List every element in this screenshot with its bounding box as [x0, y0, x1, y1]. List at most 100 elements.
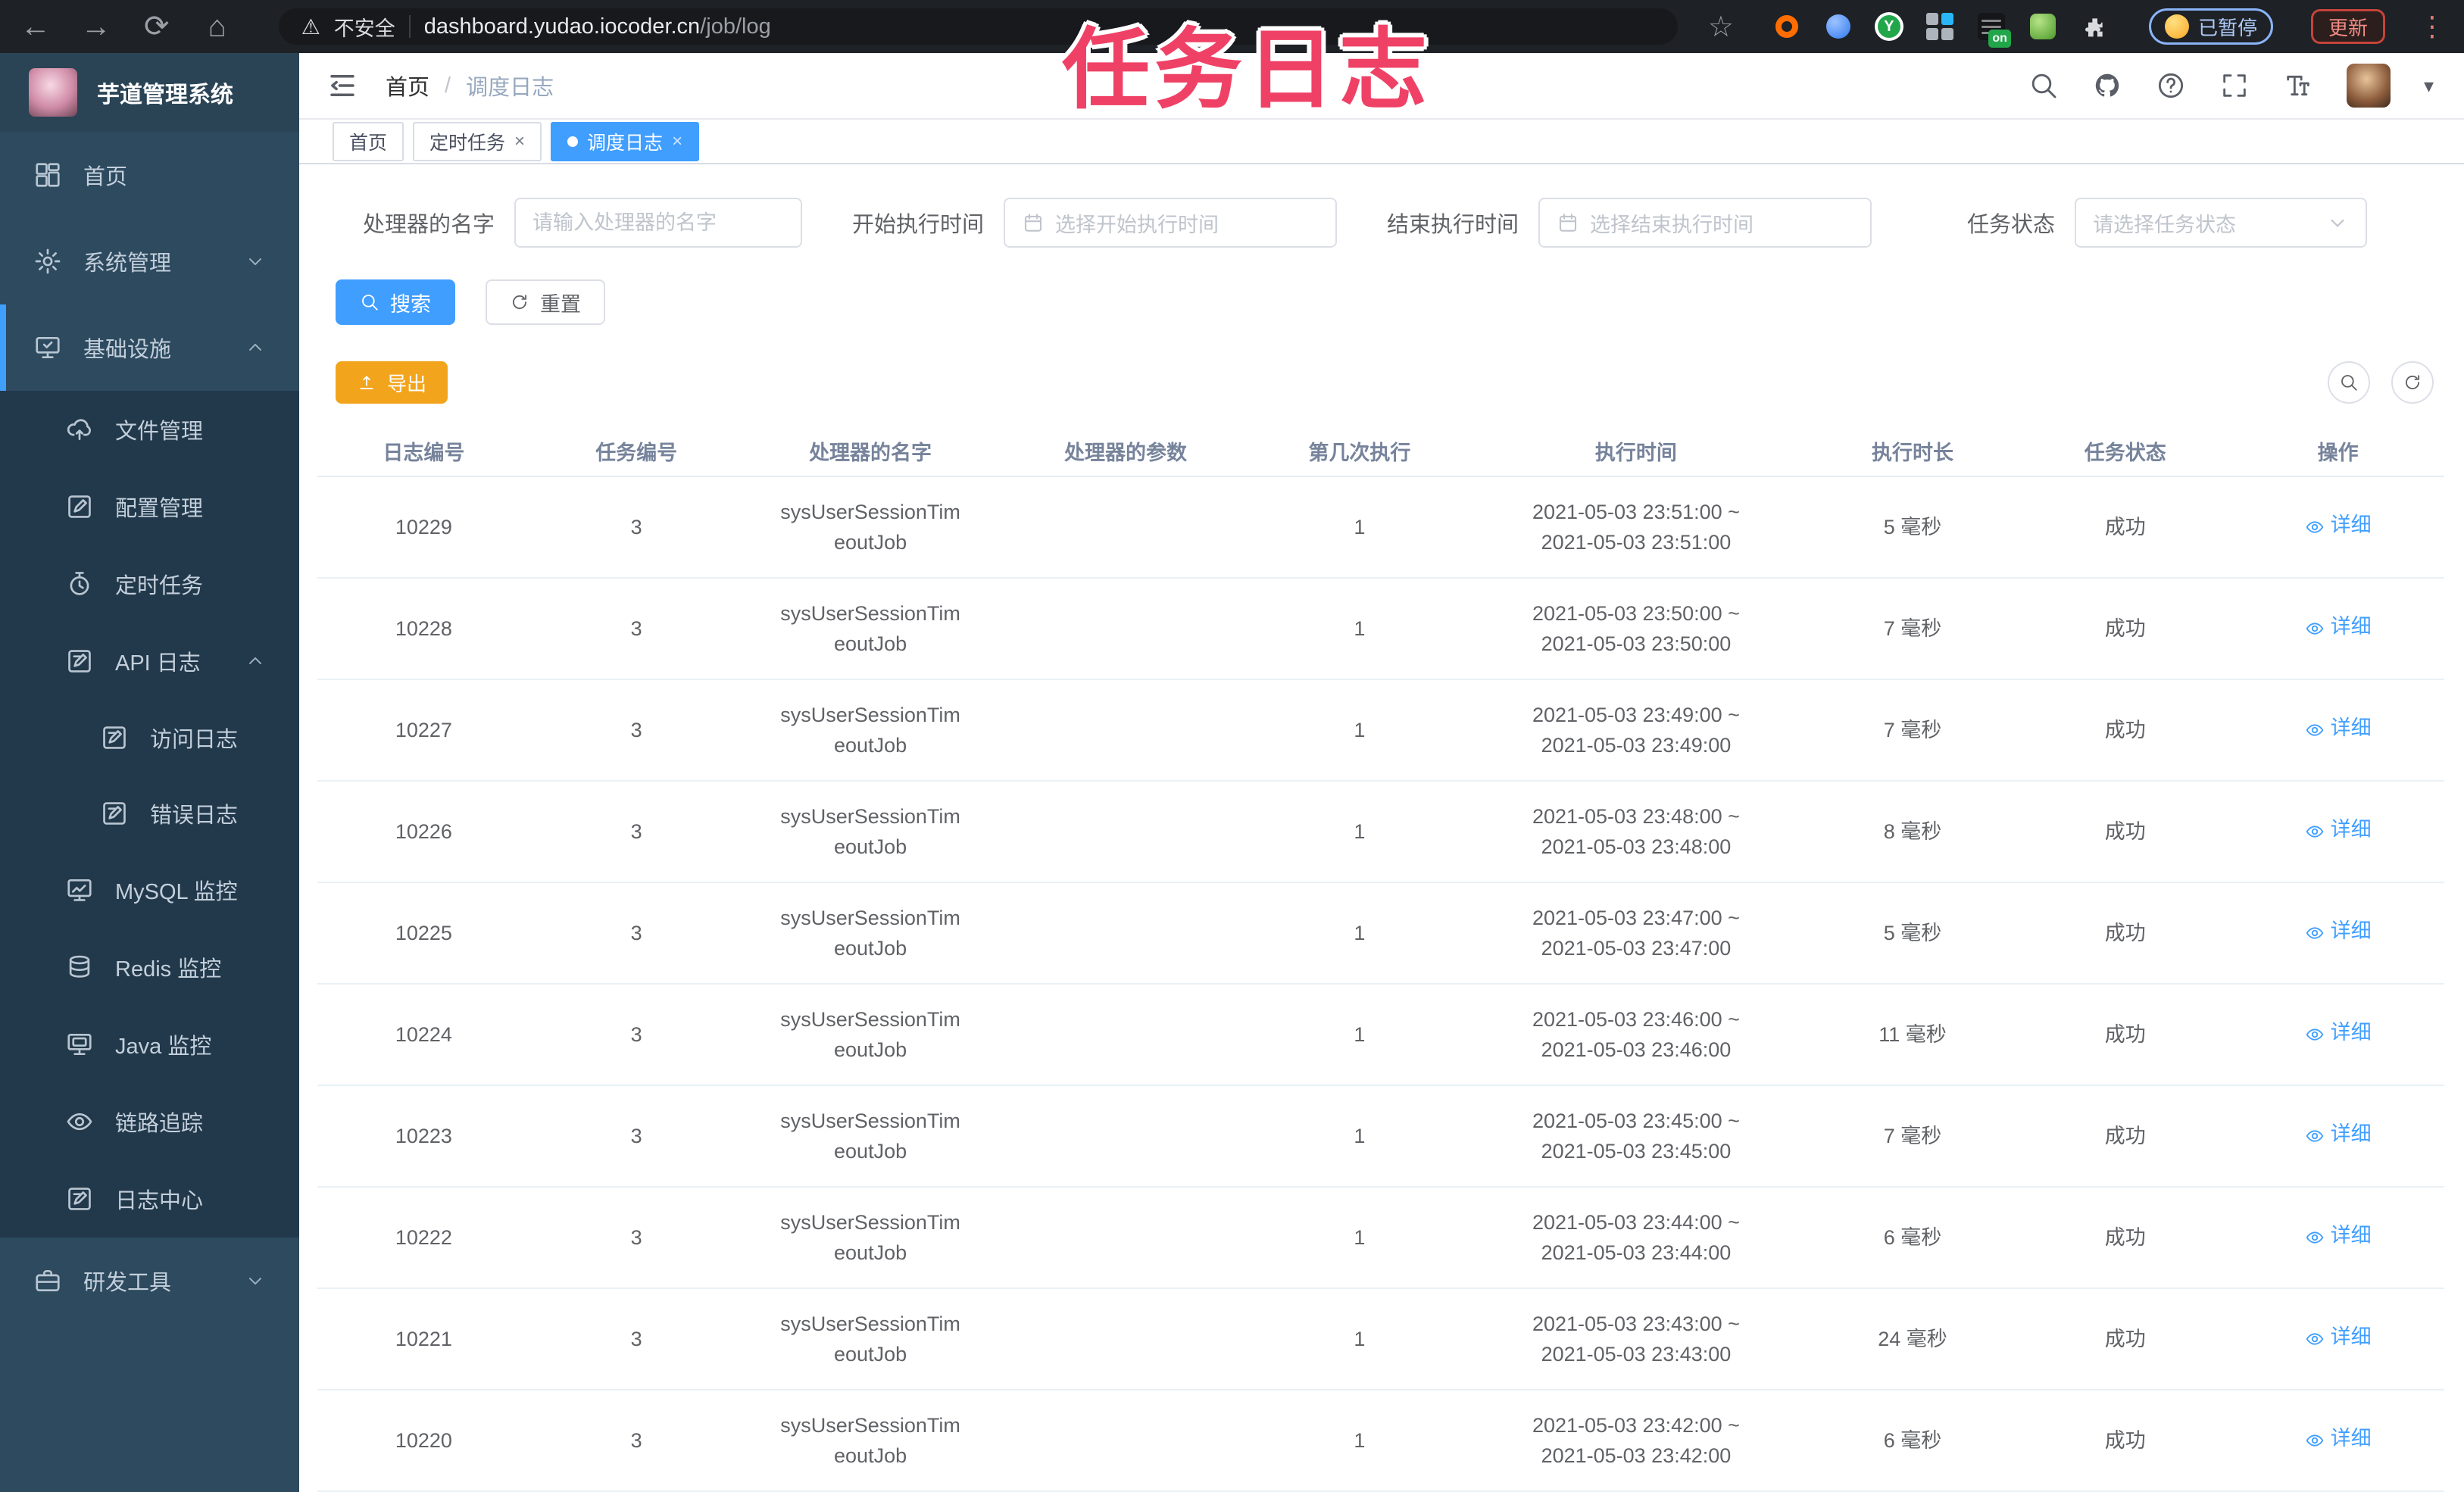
- sidebar-item-trace[interactable]: 链路追踪: [0, 1083, 299, 1160]
- sidebar-item-home[interactable]: 首页: [0, 132, 299, 218]
- screen: ← → ⟳ ⌂ ⚠ 不安全 dashboard.yudao.iocoder.cn…: [0, 0, 2464, 1492]
- extension-switch-icon[interactable]: on: [1976, 11, 2011, 48]
- profile-paused-chip[interactable]: 已暂停: [2148, 8, 2273, 45]
- browser-forward-icon[interactable]: →: [79, 11, 114, 42]
- browser-menu-kebab-icon[interactable]: ⋮: [2419, 11, 2446, 42]
- handler-name-label: 处理器的名字: [363, 213, 495, 237]
- sidebar-item-redis[interactable]: Redis 监控: [0, 929, 299, 1006]
- not-secure-label[interactable]: 不安全: [334, 12, 395, 42]
- export-button[interactable]: 导出: [336, 361, 448, 404]
- end-time-input[interactable]: 选择结束执行时间: [1538, 198, 1872, 248]
- cell-param: [998, 476, 1254, 579]
- start-time-input[interactable]: 选择开始执行时间: [1004, 198, 1338, 248]
- address-bar-divider: [408, 15, 411, 38]
- extension-grid-icon[interactable]: [1925, 11, 1955, 42]
- cell-exec-index: 1: [1253, 1085, 1466, 1188]
- table-row: 10220 3 sysUserSessionTim eoutJob 1 2021-…: [317, 1390, 2444, 1492]
- sidebar-item-system[interactable]: 系统管理: [0, 218, 299, 304]
- cell-actions: 详细: [2231, 679, 2444, 782]
- extension-blue-icon[interactable]: [1823, 11, 1853, 42]
- search-icon[interactable]: [2028, 70, 2059, 101]
- extension-green-icon[interactable]: [2028, 11, 2058, 42]
- chevron-down-icon: [245, 1270, 266, 1291]
- cell-status: 成功: [2019, 1390, 2232, 1492]
- cell-param: [998, 984, 1254, 1086]
- close-tab-icon[interactable]: ×: [672, 132, 682, 151]
- cell-status: 成功: [2019, 1085, 2232, 1188]
- refresh-table-button[interactable]: [2391, 361, 2434, 404]
- handler-name-input[interactable]: [514, 198, 803, 248]
- sidebar-item-log-center[interactable]: 日志中心: [0, 1160, 299, 1238]
- cell-job-id: 3: [529, 679, 743, 782]
- start-time-placeholder: 选择开始执行时间: [1055, 213, 1220, 236]
- eye-icon: [2305, 718, 2325, 738]
- toggle-search-button[interactable]: [2328, 361, 2370, 404]
- extensions-puzzle-icon[interactable]: [2079, 11, 2110, 42]
- sidebar-item-file[interactable]: 文件管理: [0, 391, 299, 468]
- cell-status: 成功: [2019, 679, 2232, 782]
- cell-job-id: 3: [529, 882, 743, 985]
- cell-exec-index: 1: [1253, 1187, 1466, 1289]
- sidebar-item-infra[interactable]: 基础设施: [0, 304, 299, 391]
- sidebar-item-api-log[interactable]: API 日志: [0, 623, 299, 700]
- eye-icon: [2305, 515, 2325, 535]
- job-status-select[interactable]: 请选择任务状态: [2075, 198, 2368, 248]
- github-icon[interactable]: [2092, 70, 2122, 101]
- cell-duration: 24 毫秒: [1806, 1288, 2019, 1391]
- browser-update-button[interactable]: 更新: [2310, 9, 2385, 44]
- sidebar: 芋道管理系统 首页 系统管理 基础设施 文件管理 配置管理 定时任务 API 日…: [0, 53, 299, 1492]
- log-icon: [100, 723, 129, 752]
- browser-back-icon[interactable]: ←: [18, 11, 53, 42]
- cell-exec-time: 2021-05-03 23:46:00 ~2021-05-03 23:46:00: [1466, 984, 1807, 1086]
- sidebar-item-job[interactable]: 定时任务: [0, 545, 299, 623]
- tag-view-tab[interactable]: 定时任务 ×: [413, 121, 542, 161]
- detail-link[interactable]: 详细: [2305, 1017, 2372, 1047]
- column-header: 任务状态: [2019, 426, 2232, 477]
- detail-link[interactable]: 详细: [2305, 1220, 2372, 1250]
- extension-ring-icon[interactable]: [1772, 11, 1802, 42]
- cell-handler: sysUserSessionTim eoutJob: [742, 679, 998, 782]
- sidebar-item-java[interactable]: Java 监控: [0, 1006, 299, 1083]
- detail-link[interactable]: 详细: [2305, 916, 2372, 946]
- extension-y-icon[interactable]: Y: [1874, 12, 1903, 41]
- avatar-caret-down-icon[interactable]: ▾: [2424, 74, 2434, 98]
- browser-reload-icon[interactable]: ⟳: [139, 11, 174, 42]
- end-time-placeholder: 选择结束执行时间: [1590, 213, 1754, 236]
- help-icon[interactable]: [2156, 70, 2186, 101]
- sidebar-item-dev-tools[interactable]: 研发工具: [0, 1238, 299, 1324]
- collapse-sidebar-icon[interactable]: [326, 70, 358, 101]
- sidebar-item-access-log[interactable]: 访问日志: [0, 700, 299, 776]
- search-button[interactable]: 搜索: [336, 279, 455, 325]
- detail-link[interactable]: 详细: [2305, 1119, 2372, 1149]
- detail-link[interactable]: 详细: [2305, 1423, 2372, 1453]
- java-monitor-icon: [65, 1030, 94, 1059]
- close-tab-icon[interactable]: ×: [514, 132, 525, 151]
- fullscreen-icon[interactable]: [2219, 70, 2250, 101]
- detail-link[interactable]: 详细: [2305, 1322, 2372, 1352]
- browser-home-icon[interactable]: ⌂: [200, 11, 235, 42]
- cell-handler: sysUserSessionTim eoutJob: [742, 781, 998, 883]
- sidebar-item-error-log[interactable]: 错误日志: [0, 776, 299, 851]
- detail-link[interactable]: 详细: [2305, 510, 2372, 540]
- text-size-icon[interactable]: [2283, 70, 2313, 101]
- sidebar-item-mysql[interactable]: MySQL 监控: [0, 851, 299, 929]
- breadcrumb-home[interactable]: 首页: [386, 70, 429, 101]
- user-avatar[interactable]: [2346, 64, 2391, 108]
- cell-exec-time: 2021-05-03 23:47:00 ~2021-05-03 23:47:00: [1466, 882, 1807, 985]
- address-bar[interactable]: ⚠ 不安全 dashboard.yudao.iocoder.cn/job/log: [278, 8, 1678, 45]
- page-url[interactable]: dashboard.yudao.iocoder.cn/job/log: [424, 14, 771, 39]
- column-header: 处理器的名字: [742, 426, 998, 477]
- tag-view-tab[interactable]: 首页: [333, 121, 404, 161]
- toolbox-icon: [33, 1266, 62, 1295]
- cell-handler: sysUserSessionTim eoutJob: [742, 1390, 998, 1492]
- detail-link[interactable]: 详细: [2305, 814, 2372, 844]
- cell-status: 成功: [2019, 984, 2232, 1086]
- bookmark-star-icon[interactable]: ☆: [1708, 10, 1734, 44]
- cell-log-id: 10227: [317, 679, 530, 782]
- cell-actions: 详细: [2231, 984, 2444, 1086]
- tag-view-tab[interactable]: 调度日志 ×: [551, 121, 700, 161]
- sidebar-item-config[interactable]: 配置管理: [0, 468, 299, 545]
- reset-button[interactable]: 重置: [486, 279, 605, 325]
- detail-link[interactable]: 详细: [2305, 611, 2372, 641]
- detail-link[interactable]: 详细: [2305, 713, 2372, 743]
